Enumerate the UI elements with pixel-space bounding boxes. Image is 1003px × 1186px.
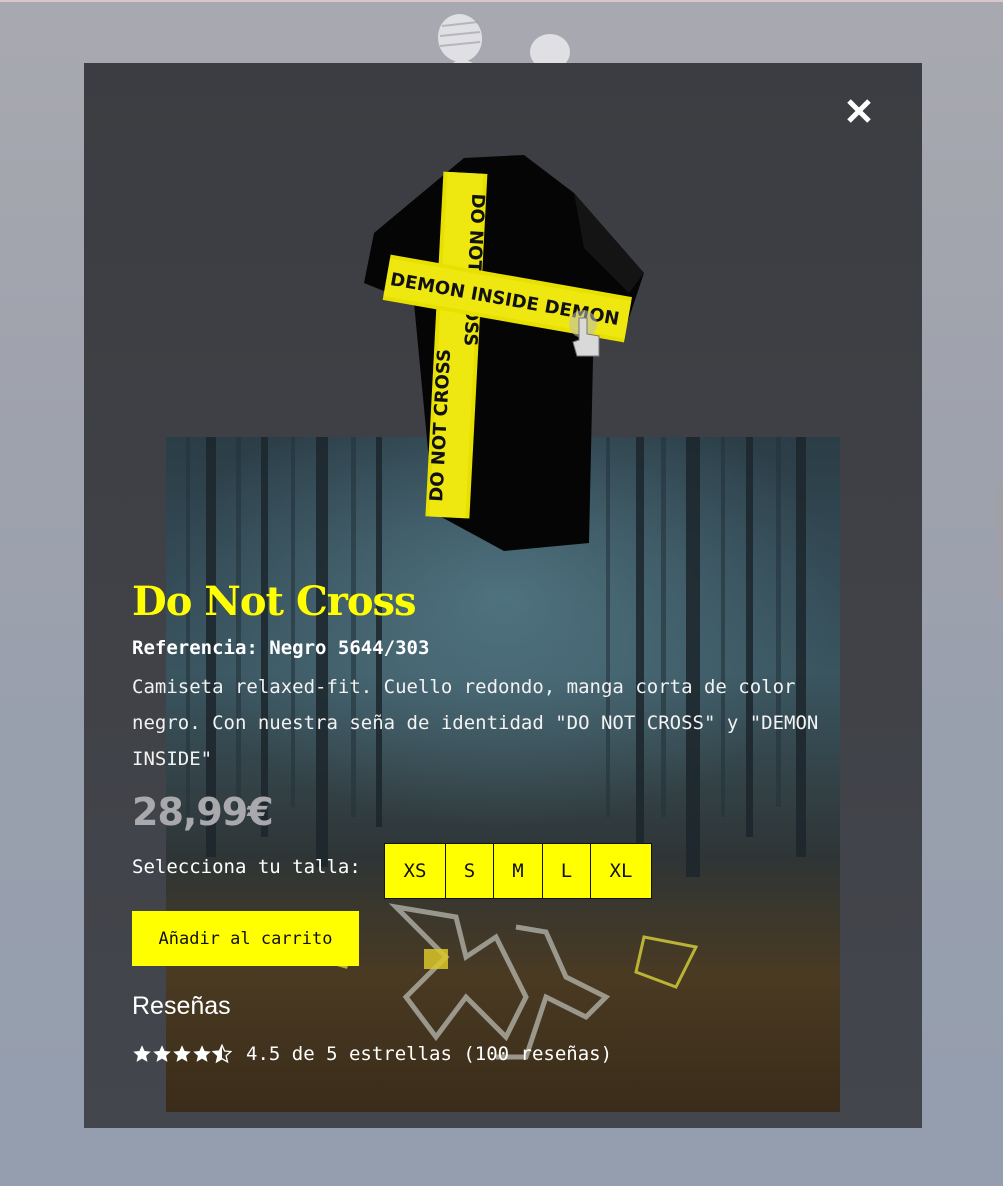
size-option-l[interactable]: L <box>543 844 591 898</box>
star-icon <box>193 1045 211 1062</box>
size-selector: XS S M L XL <box>384 843 652 899</box>
star-icon <box>133 1045 151 1062</box>
scrollbar-thumb[interactable] <box>997 484 1003 600</box>
reviews-heading: Reseñas <box>132 992 231 1020</box>
add-to-cart-button[interactable]: Añadir al carrito <box>132 911 359 966</box>
star-rating <box>132 1044 232 1064</box>
top-border <box>0 0 1003 2</box>
product-title: Do Not Cross <box>132 578 417 625</box>
half-star-icon <box>212 1044 232 1064</box>
size-option-m[interactable]: M <box>494 844 543 898</box>
product-modal: DO NOT CROSS DO NOT CROSS DEMON INSIDE D… <box>84 63 922 1128</box>
size-label: Selecciona tu talla: <box>132 856 361 878</box>
size-option-xl[interactable]: XL <box>591 844 651 898</box>
rating-text: 4.5 de 5 estrellas (100 reseñas) <box>246 1043 613 1065</box>
product-image: DO NOT CROSS DO NOT CROSS DEMON INSIDE D… <box>364 155 644 551</box>
rating-summary: 4.5 de 5 estrellas (100 reseñas) <box>132 1043 612 1065</box>
star-icon <box>173 1045 191 1062</box>
size-option-xs[interactable]: XS <box>385 844 446 898</box>
product-description: Camiseta relaxed-fit. Cuello redondo, ma… <box>132 676 819 770</box>
product-price: 28,99€ <box>132 790 274 834</box>
product-reference: Referencia: Negro 5644/303 <box>132 637 430 659</box>
close-icon[interactable] <box>841 93 877 129</box>
star-icon <box>153 1045 171 1062</box>
size-option-s[interactable]: S <box>446 844 494 898</box>
